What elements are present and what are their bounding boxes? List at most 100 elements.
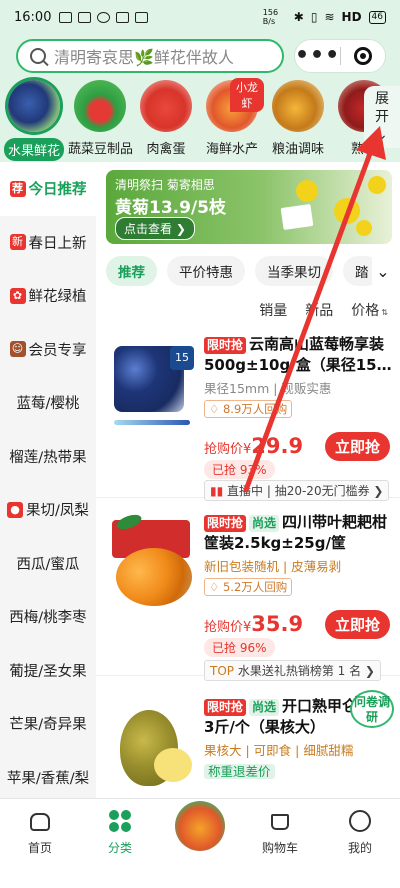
sidebar-item[interactable]: 西梅/桃李枣 [0,590,96,644]
sold-progress: 已抢 96% [204,638,275,657]
sidebar: 荐今日推荐新春日上新 ✿ 鲜花绿植 ☺ 会员专享 蓝莓/樱桃 榴莲/热带果 ● 果切/凤梨 西瓜/… [0,162,96,798]
survey-button[interactable]: 问卷调研 [350,690,394,728]
home-icon [28,809,52,833]
sort-sales[interactable]: 销量 [259,300,287,320]
sort-price[interactable]: 价格 ⇅ [351,300,388,320]
grid-icon [108,809,132,833]
product-title: 限时抢 云南高山蓝莓畅享装500g±10g/盒（果径15… [204,335,392,374]
banner-cta-button[interactable]: 点击查看 ❯ [115,217,195,240]
smile-icon [348,809,372,833]
rebuy-badge: ♢ 8.9万人回购 [204,400,293,418]
mini-program-capsule: ••• [294,39,386,73]
buy-now-button[interactable]: 立即抢 [324,432,390,461]
sold-progress: 已抢 93% [204,460,275,479]
sidebar-item[interactable]: 榴莲/热带果 [0,430,96,484]
check-icon [97,11,111,23]
live-icon: ▮▮ [210,484,228,498]
category-meat-egg[interactable]: 肉禽蛋 [134,80,198,157]
sort-new[interactable]: 新品 [305,300,333,320]
live-banner[interactable]: ▮▮ 直播中 | 抽20-20无门槛券 ❯ [204,480,390,501]
rebuy-badge: ♢ 5.2万人回购 [204,578,293,596]
target-icon [354,47,373,65]
chevron-down-icon: ⌄ [376,127,388,143]
tab-budget[interactable]: 平价特惠 [167,256,245,286]
top-bar: 清明寄哀思🌿鲜花伴故人 ••• [0,34,400,76]
sidebar-item[interactable]: 苹果/香蕉/梨 [0,751,96,805]
product-price: 抢购价¥29.9 [204,434,304,458]
sidebar-item-label: 鲜花绿植 [28,289,87,306]
vibrate-icon: ▯ [310,10,318,24]
product-card[interactable]: 限时抢 尚选 四川带叶耙耙柑筐装2.5kg±25g/筐 新旧包装随机 | 皮薄易剥 … [96,506,400,681]
search-input[interactable]: 清明寄哀思🌿鲜花伴故人 [16,39,284,73]
nav-category[interactable]: 分类 [88,809,152,856]
wifi-icon: ≋ [324,10,335,24]
sidebar-tag-icon: ✿ [9,287,26,304]
main-content: 清明祭扫 菊寄相思 黄菊13.9/5枝 点击查看 ❯ 推荐 平价特惠 当季果切 … [96,162,400,798]
category-grain-oil[interactable]: 粮油调味 [266,80,330,157]
close-miniprogram-button[interactable] [341,47,385,65]
sidebar-item-label: 榴莲/热带果 [9,449,87,466]
sidebar-item-label: 西瓜/蜜瓜 [16,556,80,573]
product-title: 限时抢 尚选 四川带叶耙耙柑筐装2.5kg±25g/筐 [204,513,388,552]
vegetable-image [74,80,126,132]
sidebar-item[interactable]: ✿ 鲜花绿植 [0,269,96,323]
sidebar-item[interactable]: 葡提/圣女果 [0,644,96,698]
blueberry-image [8,80,60,132]
notification-icons [59,11,149,23]
buy-now-button[interactable]: 立即抢 [324,610,390,639]
category-fruit-flower[interactable]: 水果鲜花 [2,80,66,161]
sort-bar: 销量 新品 价格 ⇅ [259,300,388,320]
sidebar-item[interactable]: 蓝莓/樱桃 [0,376,96,430]
card-image [280,204,314,230]
sidebar-item-label: 果切/凤梨 [26,503,89,520]
sidebar-tag-icon: 新 [9,234,26,251]
bottom-nav: 首页 分类 购物车 我的 [0,798,400,888]
category-vegetable[interactable]: 蔬菜豆制品 [68,80,133,157]
nav-live[interactable] [168,801,232,851]
sidebar-tag-icon: 荐 [9,180,26,197]
sidebar-tag-icon: ☺ [9,341,26,358]
sidebar-item[interactable]: 荐今日推荐 [0,162,96,216]
product-card[interactable]: 15 限时抢 云南高山蓝莓畅享装500g±10g/盒（果径15… 果径15mm |… [96,328,400,501]
sidebar-item-label: 春日上新 [28,235,87,252]
category-seafood[interactable]: 小龙虾 海鲜水产 [200,78,264,157]
chevron-down-icon[interactable]: ⌄ [372,256,394,286]
more-icon[interactable]: ••• [295,45,340,67]
sidebar-item-label: 会员专享 [28,342,87,359]
notification-icon [59,11,73,23]
ranking-icon: TOP [210,664,238,678]
product-price: 抢购价¥35.9 [204,612,304,636]
mail-icon [135,11,149,23]
image-icon [78,11,92,23]
sidebar-item[interactable]: ☺ 会员专享 [0,323,96,377]
sidebar-item[interactable]: 新春日上新 [0,216,96,270]
sidebar-item[interactable]: 芒果/奇异果 [0,697,96,751]
bluetooth-icon: ✱ [293,10,304,24]
tab-seasonal-cut[interactable]: 当季果切 [255,256,333,286]
nav-profile[interactable]: 我的 [328,809,392,856]
sidebar-item-label: 葡提/圣女果 [9,663,87,680]
sidebar-item[interactable]: 西瓜/蜜瓜 [0,537,96,591]
chrysanthemum-image [296,180,318,202]
sort-arrows-icon: ⇅ [381,308,388,317]
promo-banner[interactable]: 清明祭扫 菊寄相思 黄菊13.9/5枝 点击查看 ❯ [106,170,392,244]
filter-tabs: 推荐 平价特惠 当季果切 踏 [106,256,400,286]
product-card[interactable]: 限时抢 尚选 开口熟甲仑莲约3斤/个（果核大） 果核大 | 可即食 | 细腻甜糯 称… [96,690,400,798]
sidebar-item-label: 蓝莓/樱桃 [16,396,80,413]
signal-label: HD [341,10,362,24]
sidebar-item-label: 芒果/奇异果 [9,717,87,734]
status-bar: 16:00 156 B/s ✱ ▯ ≋ HD 46 [0,0,400,34]
status-time: 16:00 [14,9,52,25]
tab-recommend[interactable]: 推荐 [106,256,157,286]
ranking-banner[interactable]: TOP 水果送礼热销榜第 1 名 ❯ [204,660,381,681]
expand-categories-button[interactable]: 展 开 ⌄ [364,86,400,148]
nav-cart[interactable]: 购物车 [248,809,312,856]
live-promo-icon [175,801,225,851]
product-desc-2: 称重退差价 [204,761,392,780]
sidebar-item[interactable]: ● 果切/凤梨 [0,483,96,537]
nav-home[interactable]: 首页 [8,809,72,856]
product-image: 15 [110,336,196,446]
product-image [110,514,196,624]
product-desc: 新旧包装随机 | 皮薄易剥 [204,559,342,574]
cart-icon [268,809,292,833]
